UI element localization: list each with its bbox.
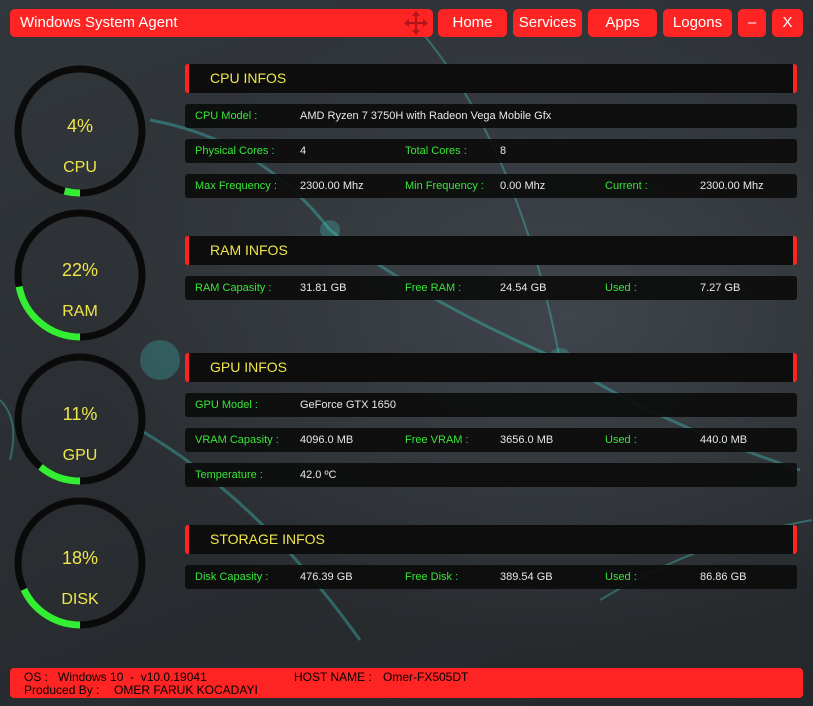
producer-value: OMER FARUK KOCADAYI [114, 683, 258, 697]
physical-cores-label: Physical Cores : [195, 145, 275, 157]
ram-used-value: 7.27 GB [700, 282, 741, 294]
storage-section-header: STORAGE INFOS [185, 525, 797, 554]
vram-used-value: 440.0 MB [700, 434, 748, 446]
gpu-gauge: 11% GPU [10, 349, 150, 489]
ram-percent: 22% [61, 260, 99, 280]
gpu-model-value: GeForce GTX 1650 [300, 399, 396, 411]
cpu-cores-row: Physical Cores : 4 Total Cores : 8 [185, 139, 797, 163]
vram-capacity-value: 4096.0 MB [300, 434, 354, 446]
host-name-label: HOST NAME : [294, 670, 372, 684]
ram-capacity-value: 31.81 GB [300, 282, 347, 294]
free-ram-value: 24.54 GB [500, 282, 547, 294]
minimize-button[interactable]: – [738, 9, 766, 37]
ram-section-header: RAM INFOS [185, 236, 797, 265]
cpu-model-value: AMD Ryzen 7 3750H with Radeon Vega Mobil… [300, 110, 552, 122]
gpu-vram-row: VRAM Capasity : 4096.0 MB Free VRAM : 36… [185, 428, 797, 452]
disk-gauge-label: DISK [61, 591, 99, 608]
total-cores-label: Total Cores : [405, 145, 467, 157]
producer-label: Produced By : [24, 683, 100, 697]
storage-section-title: STORAGE INFOS [210, 531, 325, 547]
cpu-percent: 4% [66, 116, 93, 136]
cpu-model-row: CPU Model : AMD Ryzen 7 3750H with Radeo… [185, 104, 797, 128]
apps-button[interactable]: Apps [588, 9, 657, 37]
services-button[interactable]: Services [513, 9, 582, 37]
os-value: Windows 10 - v10.0.19041 [58, 670, 207, 684]
ram-capacity-label: RAM Capasity : [195, 282, 272, 294]
gpu-percent: 11% [62, 404, 98, 424]
storage-info-row: Disk Capasity : 476.39 GB Free Disk : 38… [185, 565, 797, 589]
min-frequency-value: 0.00 Mhz [500, 180, 546, 192]
gpu-model-row: GPU Model : GeForce GTX 1650 [185, 393, 797, 417]
min-frequency-label: Min Frequency : [405, 180, 484, 192]
free-disk-label: Free Disk : [405, 571, 459, 583]
close-button[interactable]: X [772, 9, 803, 37]
app-window: Windows System Agent Home Services Apps … [0, 0, 813, 706]
current-frequency-label: Current : [605, 180, 648, 192]
logons-button[interactable]: Logons [663, 9, 732, 37]
vram-used-label: Used : [605, 434, 637, 446]
free-vram-value: 3656.0 MB [500, 434, 554, 446]
physical-cores-value: 4 [300, 145, 307, 157]
max-frequency-value: 2300.00 Mhz [300, 180, 364, 192]
free-vram-label: Free VRAM : [405, 434, 469, 446]
cpu-gauge-label: CPU [63, 159, 97, 176]
disk-used-value: 86.86 GB [700, 571, 747, 583]
disk-capacity-label: Disk Capasity : [195, 571, 269, 583]
temperature-label: Temperature : [195, 469, 263, 481]
current-frequency-value: 2300.00 Mhz [700, 180, 764, 192]
move-arrows-icon[interactable] [403, 10, 429, 36]
ram-used-label: Used : [605, 282, 637, 294]
cpu-section-header: CPU INFOS [185, 64, 797, 93]
max-frequency-label: Max Frequency : [195, 180, 277, 192]
gpu-section-header: GPU INFOS [185, 353, 797, 382]
gpu-gauge-label: GPU [62, 447, 98, 464]
total-cores-value: 8 [500, 145, 507, 157]
free-ram-label: Free RAM : [405, 282, 462, 294]
ram-info-row: RAM Capasity : 31.81 GB Free RAM : 24.54… [185, 276, 797, 300]
app-title: Windows System Agent [20, 14, 178, 31]
cpu-model-label: CPU Model : [195, 110, 258, 122]
disk-percent: 18% [61, 548, 99, 568]
disk-gauge: 18% DISK [10, 493, 150, 633]
vram-capacity-label: VRAM Capasity : [195, 434, 279, 446]
gpu-temperature-row: Temperature : 42.0 ºC [185, 463, 797, 487]
cpu-gauge: 4% CPU [10, 61, 150, 201]
ram-section-title: RAM INFOS [210, 242, 288, 258]
home-button[interactable]: Home [438, 9, 507, 37]
cpu-frequency-row: Max Frequency : 2300.00 Mhz Min Frequenc… [185, 174, 797, 198]
title-box[interactable]: Windows System Agent [10, 9, 433, 37]
disk-used-label: Used : [605, 571, 637, 583]
os-label: OS : [24, 670, 49, 684]
status-footer: OS : Windows 10 - v10.0.19041 HOST NAME … [10, 668, 803, 698]
ram-gauge-label: RAM [62, 303, 98, 320]
temperature-value: 42.0 ºC [300, 469, 337, 481]
host-name-value: Omer-FX505DT [383, 670, 469, 684]
gpu-gauge-fill [38, 463, 81, 485]
disk-capacity-value: 476.39 GB [300, 571, 353, 583]
cpu-section-title: CPU INFOS [210, 70, 287, 86]
gpu-model-label: GPU Model : [195, 399, 258, 411]
gpu-section-title: GPU INFOS [210, 359, 288, 375]
cpu-gauge-fill [63, 187, 81, 197]
title-bar[interactable]: Windows System Agent Home Services Apps … [0, 0, 813, 46]
ram-gauge: 22% RAM [10, 205, 150, 345]
free-disk-value: 389.54 GB [500, 571, 553, 583]
